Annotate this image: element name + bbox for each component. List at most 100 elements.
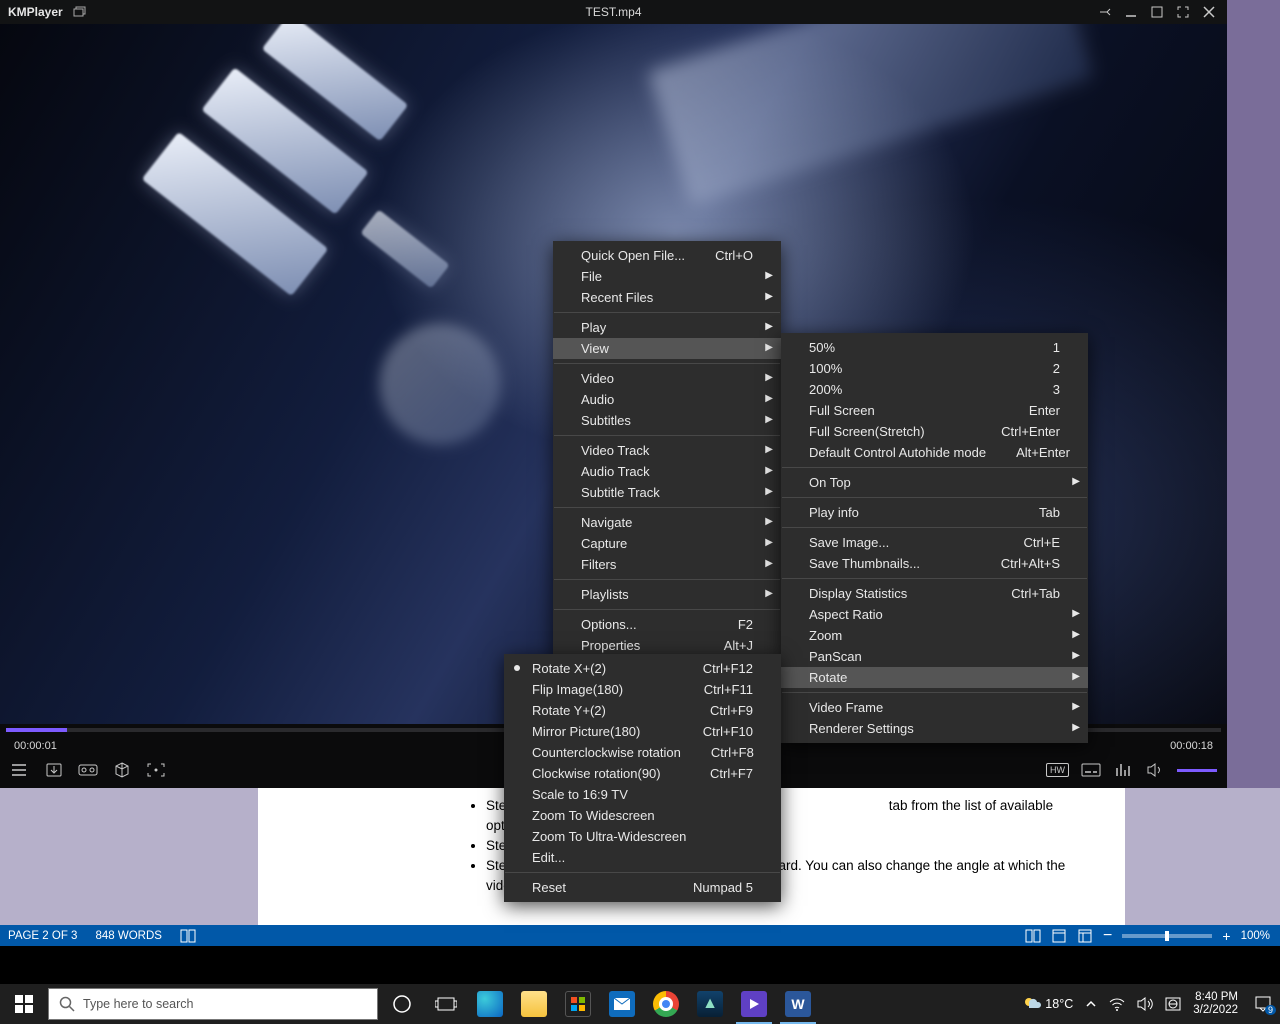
menu-rotate-reset[interactable]: ResetNumpad 5 xyxy=(504,877,781,898)
menu-rotate-clockwise-rotation-90[interactable]: Clockwise rotation(90)Ctrl+F7 xyxy=(504,763,781,784)
zoom-slider[interactable] xyxy=(1122,934,1212,938)
menu-view-100[interactable]: 100%2 xyxy=(781,358,1088,379)
menu-view-play-info[interactable]: Play infoTab xyxy=(781,502,1088,523)
volume-slider[interactable] xyxy=(1177,769,1217,772)
app-name: KMPlayer xyxy=(0,5,71,19)
menu-main-audio[interactable]: Audio▶ xyxy=(553,389,781,410)
minimize-button[interactable] xyxy=(1119,2,1143,22)
menu-main-recent-files[interactable]: Recent Files▶ xyxy=(553,287,781,308)
menu-main-video-track[interactable]: Video Track▶ xyxy=(553,440,781,461)
app-word[interactable]: W xyxy=(776,984,820,1024)
menu-rotate-edit[interactable]: Edit... xyxy=(504,847,781,868)
playlist-icon[interactable] xyxy=(10,760,30,780)
menu-main-subtitles[interactable]: Subtitles▶ xyxy=(553,410,781,431)
close-button[interactable] xyxy=(1197,2,1221,22)
restore-icon[interactable] xyxy=(73,6,87,18)
start-button[interactable] xyxy=(0,984,48,1024)
zoom-level[interactable]: 100% xyxy=(1241,930,1270,942)
context-menu-rotate: Rotate X+(2)Ctrl+F12Flip Image(180)Ctrl+… xyxy=(504,654,781,902)
menu-view-default-control-autohide-mode[interactable]: Default Control Autohide modeAlt+Enter xyxy=(781,442,1088,463)
kmplayer-titlebar: KMPlayer TEST.mp4 xyxy=(0,0,1227,24)
menu-main-filters[interactable]: Filters▶ xyxy=(553,554,781,575)
equalizer-icon[interactable] xyxy=(1113,760,1133,780)
menu-rotate-counterclockwise-rotation[interactable]: Counterclockwise rotationCtrl+F8 xyxy=(504,742,781,763)
search-placeholder: Type here to search xyxy=(83,997,193,1011)
time-duration: 00:00:18 xyxy=(1170,740,1213,752)
word-page-count[interactable]: PAGE 2 OF 3 xyxy=(8,930,77,942)
menu-main-navigate[interactable]: Navigate▶ xyxy=(553,512,781,533)
vr-icon[interactable] xyxy=(78,760,98,780)
word-status-bar: PAGE 2 OF 3 848 WORDS − + 100% xyxy=(0,925,1280,946)
menu-main-quick-open-file[interactable]: Quick Open File...Ctrl+O xyxy=(553,245,781,266)
menu-main-audio-track[interactable]: Audio Track▶ xyxy=(553,461,781,482)
menu-view-on-top[interactable]: On Top▶ xyxy=(781,472,1088,493)
language-icon[interactable] xyxy=(1165,997,1181,1011)
menu-main-capture[interactable]: Capture▶ xyxy=(553,533,781,554)
menu-main-view[interactable]: View▶ xyxy=(553,338,781,359)
download-icon[interactable] xyxy=(44,760,64,780)
book-icon[interactable] xyxy=(180,928,196,944)
menu-main-play[interactable]: Play▶ xyxy=(553,317,781,338)
word-word-count[interactable]: 848 WORDS xyxy=(95,930,161,942)
zoom-in[interactable]: + xyxy=(1222,928,1230,944)
menu-view-video-frame[interactable]: Video Frame▶ xyxy=(781,697,1088,718)
menu-main-playlists[interactable]: Playlists▶ xyxy=(553,584,781,605)
app-kmplayer[interactable] xyxy=(732,984,776,1024)
menu-view-full-screen[interactable]: Full ScreenEnter xyxy=(781,400,1088,421)
web-layout-icon[interactable] xyxy=(1077,928,1093,944)
menu-rotate-flip-image-180[interactable]: Flip Image(180)Ctrl+F11 xyxy=(504,679,781,700)
menu-view-aspect-ratio[interactable]: Aspect Ratio▶ xyxy=(781,604,1088,625)
network-icon[interactable] xyxy=(1109,997,1125,1011)
menu-view-save-image[interactable]: Save Image...Ctrl+E xyxy=(781,532,1088,553)
sound-icon[interactable] xyxy=(1137,997,1153,1011)
menu-rotate-rotate-x-2[interactable]: Rotate X+(2)Ctrl+F12 xyxy=(504,658,781,679)
menu-main-properties[interactable]: PropertiesAlt+J xyxy=(553,635,781,656)
taskbar: Type here to search ▲ W 18°C 8:40 PM 3/2… xyxy=(0,984,1280,1024)
hw-badge[interactable]: HW xyxy=(1046,763,1069,777)
menu-view-panscan[interactable]: PanScan▶ xyxy=(781,646,1088,667)
menu-rotate-zoom-to-ultra-widescreen[interactable]: Zoom To Ultra-Widescreen xyxy=(504,826,781,847)
app-edge[interactable] xyxy=(468,984,512,1024)
menu-main-options[interactable]: Options...F2 xyxy=(553,614,781,635)
volume-icon[interactable] xyxy=(1145,760,1165,780)
cube-icon[interactable] xyxy=(112,760,132,780)
subtitle-icon[interactable] xyxy=(1081,760,1101,780)
app-chrome[interactable] xyxy=(644,984,688,1024)
app-store[interactable] xyxy=(556,984,600,1024)
read-mode-icon[interactable] xyxy=(1025,928,1041,944)
menu-view-rotate[interactable]: Rotate▶ xyxy=(781,667,1088,688)
menu-rotate-zoom-to-widescreen[interactable]: Zoom To Widescreen xyxy=(504,805,781,826)
app-mail[interactable] xyxy=(600,984,644,1024)
menu-view-50[interactable]: 50%1 xyxy=(781,337,1088,358)
menu-main-subtitle-track[interactable]: Subtitle Track▶ xyxy=(553,482,781,503)
time-current: 00:00:01 xyxy=(14,740,57,752)
menu-view-zoom[interactable]: Zoom▶ xyxy=(781,625,1088,646)
print-layout-icon[interactable] xyxy=(1051,928,1067,944)
maximize-button[interactable] xyxy=(1145,2,1169,22)
menu-view-save-thumbnails[interactable]: Save Thumbnails...Ctrl+Alt+S xyxy=(781,553,1088,574)
taskbar-clock[interactable]: 8:40 PM 3/2/2022 xyxy=(1193,991,1242,1017)
focus-icon[interactable] xyxy=(146,760,166,780)
app-explorer[interactable] xyxy=(512,984,556,1024)
context-menu-main: Quick Open File...Ctrl+OFile▶Recent File… xyxy=(553,241,781,660)
menu-view-renderer-settings[interactable]: Renderer Settings▶ xyxy=(781,718,1088,739)
menu-rotate-mirror-picture-180[interactable]: Mirror Picture(180)Ctrl+F10 xyxy=(504,721,781,742)
fullscreen-button[interactable] xyxy=(1171,2,1195,22)
cortana-icon[interactable] xyxy=(380,984,424,1024)
menu-rotate-scale-to-16-9-tv[interactable]: Scale to 16:9 TV xyxy=(504,784,781,805)
menu-rotate-rotate-y-2[interactable]: Rotate Y+(2)Ctrl+F9 xyxy=(504,700,781,721)
app-steam[interactable]: ▲ xyxy=(688,984,732,1024)
menu-view-200[interactable]: 200%3 xyxy=(781,379,1088,400)
task-view-icon[interactable] xyxy=(424,984,468,1024)
chevron-up-icon[interactable] xyxy=(1085,998,1097,1010)
menu-main-file[interactable]: File▶ xyxy=(553,266,781,287)
zoom-out[interactable]: − xyxy=(1103,931,1112,941)
pin-icon[interactable] xyxy=(1093,2,1117,22)
file-name: TEST.mp4 xyxy=(0,5,1227,19)
weather-icon[interactable]: 18°C xyxy=(1023,996,1073,1012)
notifications-icon[interactable]: 9 xyxy=(1254,995,1272,1013)
menu-main-video[interactable]: Video▶ xyxy=(553,368,781,389)
menu-view-full-screen-stretch[interactable]: Full Screen(Stretch)Ctrl+Enter xyxy=(781,421,1088,442)
menu-view-display-statistics[interactable]: Display StatisticsCtrl+Tab xyxy=(781,583,1088,604)
taskbar-search[interactable]: Type here to search xyxy=(48,988,378,1020)
